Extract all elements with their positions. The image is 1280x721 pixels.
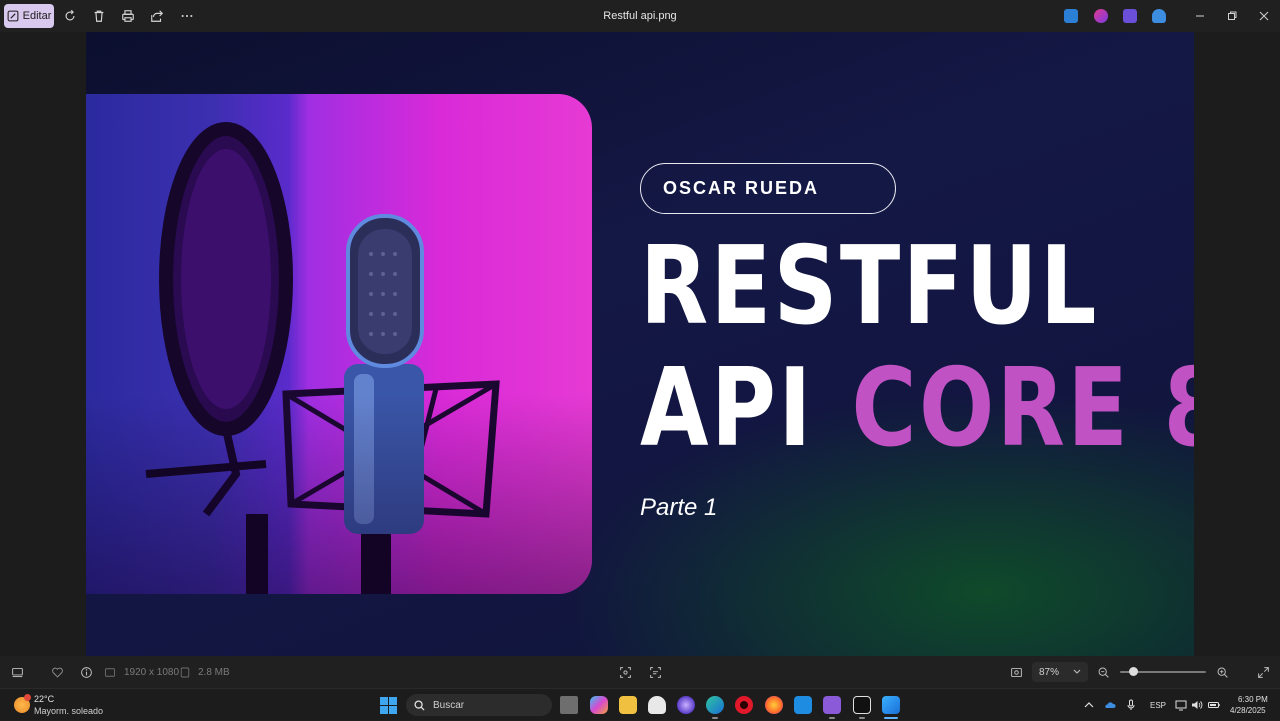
chevron-up-icon[interactable] (1082, 698, 1096, 712)
opera-icon[interactable] (735, 696, 753, 714)
microphone-tray-icon[interactable] (1124, 698, 1138, 712)
title-bar: Editar Restful api.png (0, 0, 1280, 32)
zoom-slider-thumb[interactable] (1129, 667, 1138, 676)
title-line-1: RESTFUL (640, 224, 1099, 349)
weather-widget[interactable]: 22°C Mayorm. soleado (10, 689, 120, 721)
info-icon[interactable] (78, 664, 94, 680)
close-button[interactable] (1248, 0, 1280, 32)
share-icon[interactable] (149, 8, 165, 24)
maximize-icon (1228, 11, 1237, 20)
filmstrip-icon[interactable] (9, 664, 25, 680)
terminal-app-icon[interactable] (853, 696, 871, 714)
title-core-8: CORE 8 (851, 346, 1194, 471)
alien-app-icon[interactable] (648, 696, 666, 714)
zoom-in-icon[interactable] (1214, 664, 1230, 680)
visual-studio-running-indicator (829, 717, 835, 719)
more-icon[interactable] (179, 8, 195, 24)
search-placeholder: Buscar (433, 699, 465, 711)
file-size: 2.8 MB (198, 667, 230, 678)
visual-search-icon[interactable] (647, 664, 663, 680)
author-chip: OSCAR RUEDA (640, 163, 896, 214)
taskbar-search[interactable]: Buscar (406, 694, 552, 716)
start-button[interactable] (380, 697, 397, 714)
search-icon (414, 699, 425, 711)
delete-icon[interactable] (91, 8, 107, 24)
clipchamp-badge-icon[interactable] (1123, 9, 1137, 23)
browser-app-icon[interactable] (677, 696, 695, 714)
designer-badge-icon[interactable] (1094, 9, 1108, 23)
close-icon (1259, 11, 1269, 21)
title-api: API (640, 346, 814, 471)
maximize-button[interactable] (1216, 0, 1248, 32)
terminal-running-indicator (859, 717, 865, 719)
battery-icon[interactable] (1207, 698, 1221, 712)
microphone-photo (86, 94, 592, 594)
edit-icon (7, 10, 19, 22)
edit-label: Editar (22, 10, 52, 22)
zoom-value: 87% (1039, 666, 1060, 678)
minimize-button[interactable] (1184, 0, 1216, 32)
weather-description: Mayorm. soleado (34, 706, 104, 716)
photo-editor-badge-icon[interactable] (1064, 9, 1078, 23)
taskbar: 22°C Mayorm. soleado Buscar ESP 6:30 PM … (0, 688, 1280, 720)
clock-time[interactable]: 6:30 PM (1238, 695, 1268, 704)
windows-logo-icon (380, 697, 397, 714)
actual-size-icon[interactable] (1008, 664, 1024, 680)
photos-active-indicator (884, 717, 898, 719)
favorite-icon[interactable] (49, 664, 65, 680)
network-icon[interactable] (1174, 698, 1188, 712)
title-line-2: API CORE 8 (640, 354, 1194, 464)
language-indicator[interactable]: ESP (1150, 701, 1166, 710)
edge-icon[interactable] (706, 696, 724, 714)
file-size-icon (179, 664, 191, 680)
minimize-icon (1196, 15, 1204, 17)
fit-to-window-icon[interactable] (617, 664, 633, 680)
fullscreen-icon[interactable] (1255, 664, 1271, 680)
file-explorer-icon[interactable] (619, 696, 637, 714)
subtitle: Parte 1 (640, 494, 718, 521)
author-name: OSCAR RUEDA (663, 178, 820, 198)
chevron-down-icon (1073, 669, 1081, 674)
onedrive-badge-icon[interactable] (1152, 9, 1166, 23)
weather-alert-icon (24, 694, 31, 701)
dimensions-icon (104, 664, 116, 680)
onedrive-tray-icon[interactable] (1103, 698, 1117, 712)
zoom-dropdown[interactable]: 87% (1032, 662, 1088, 682)
image-dimensions: 1920 x 1080 (124, 667, 180, 678)
weather-temperature: 22°C (34, 694, 55, 704)
photos-app-icon[interactable] (882, 696, 900, 714)
visual-studio-icon[interactable] (823, 696, 841, 714)
firefox-icon[interactable] (765, 696, 783, 714)
copilot-icon[interactable] (590, 696, 608, 714)
displayed-image: OSCAR RUEDA RESTFUL API CORE 8 Parte 1 (86, 32, 1194, 656)
clock-date[interactable]: 4/28/2025 (1230, 706, 1266, 715)
status-bar: 1920 x 1080 2.8 MB 87% (0, 656, 1280, 688)
edit-button[interactable]: Editar (4, 4, 54, 28)
photo-shade (86, 94, 592, 594)
vscode-icon[interactable] (794, 696, 812, 714)
task-view-icon[interactable] (560, 696, 578, 714)
rotate-icon[interactable] (62, 8, 78, 24)
print-icon[interactable] (120, 8, 136, 24)
zoom-out-icon[interactable] (1095, 664, 1111, 680)
image-viewport[interactable]: OSCAR RUEDA RESTFUL API CORE 8 Parte 1 (0, 32, 1280, 656)
volume-icon[interactable] (1190, 698, 1204, 712)
edge-running-indicator (712, 717, 718, 719)
